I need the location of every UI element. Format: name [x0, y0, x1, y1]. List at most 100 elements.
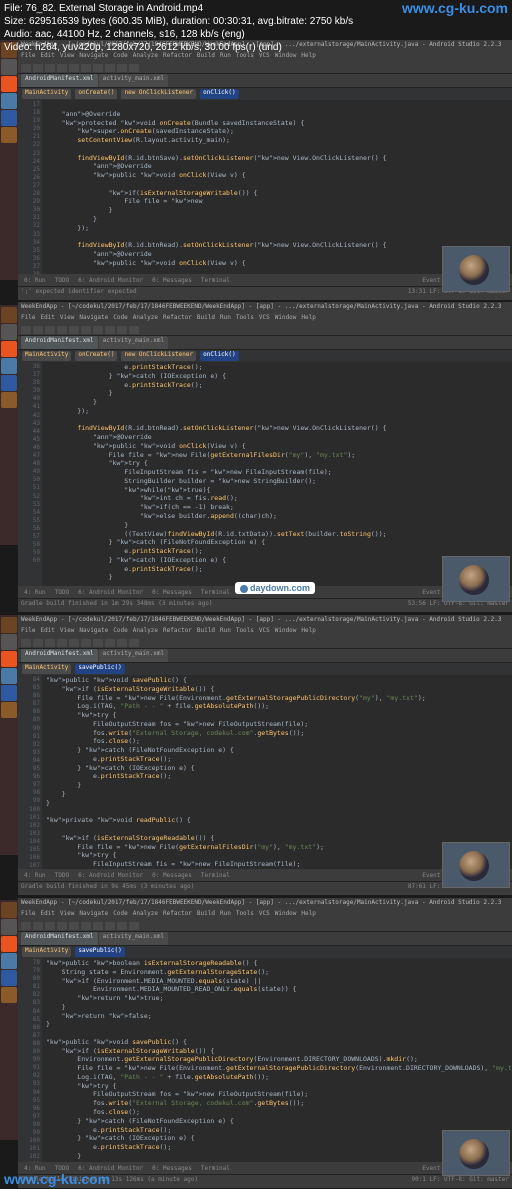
menu-bar[interactable]: FileEditViewNavigateCodeAnalyzeRefactorB…: [18, 910, 512, 920]
editor-tabs[interactable]: AndroidManifest.xmlactivity_main.xml: [18, 932, 512, 946]
editor-tab[interactable]: AndroidManifest.xml: [21, 336, 98, 349]
menu-help[interactable]: Help: [301, 910, 315, 920]
menu-vcs[interactable]: VCS: [259, 627, 270, 637]
bottom-tab[interactable]: 6: Android Monitor: [75, 589, 146, 596]
menu-edit[interactable]: Edit: [40, 314, 54, 324]
android-studio-icon[interactable]: [1, 987, 17, 1003]
menu-view[interactable]: View: [60, 627, 74, 637]
settings-icon[interactable]: [1, 375, 17, 391]
code-editor[interactable]: 3637383940414243444546474849505152535455…: [18, 362, 512, 598]
toolbar-button[interactable]: [117, 326, 127, 334]
breadcrumb-item[interactable]: onCreate(): [75, 89, 117, 99]
toolbar-button[interactable]: [69, 922, 79, 930]
settings-icon[interactable]: [1, 110, 17, 126]
menu-build[interactable]: Build: [197, 627, 215, 637]
toolbar[interactable]: [18, 62, 512, 74]
menu-help[interactable]: Help: [301, 314, 315, 324]
breadcrumb-item[interactable]: MainActivity: [22, 351, 71, 361]
bottom-tab[interactable]: 4: Run: [21, 872, 49, 879]
toolbar-button[interactable]: [105, 922, 115, 930]
menu-run[interactable]: Run: [220, 627, 231, 637]
toolbar-button[interactable]: [57, 639, 67, 647]
chromium-icon[interactable]: [1, 93, 17, 109]
bottom-tab[interactable]: 0: Messages: [149, 872, 195, 879]
files-icon[interactable]: [1, 902, 17, 918]
menu-analyze[interactable]: Analyze: [133, 910, 158, 920]
bottom-tab[interactable]: Terminal: [198, 589, 233, 596]
toolbar-button[interactable]: [57, 922, 67, 930]
settings-icon[interactable]: [1, 970, 17, 986]
menu-bar[interactable]: File Edit View Navigate Code Analyze Refactor B…: [18, 627, 512, 637]
menu-code[interactable]: Code: [113, 627, 127, 637]
bottom-tab[interactable]: TODO: [52, 589, 72, 596]
toolbar-button[interactable]: [81, 922, 91, 930]
breadcrumb-item[interactable]: MainActivity: [22, 947, 71, 957]
editor-tab[interactable]: activity_main.xml: [99, 336, 168, 349]
editor-tab[interactable]: AndroidManifest.xml: [21, 649, 98, 662]
toolbar-button[interactable]: [93, 326, 103, 334]
toolbar-button[interactable]: [117, 64, 127, 72]
menu-file[interactable]: File: [21, 910, 35, 920]
terminal-icon[interactable]: [1, 59, 17, 75]
toolbar-button[interactable]: [105, 326, 115, 334]
menu-navigate[interactable]: Navigate: [79, 627, 108, 637]
menu-bar[interactable]: FileEditViewNavigateCodeAnalyzeRefactorB…: [18, 314, 512, 324]
toolbar-button[interactable]: [81, 64, 91, 72]
toolbar-button[interactable]: [129, 64, 139, 72]
toolbar-button[interactable]: [45, 639, 55, 647]
firefox-icon[interactable]: [1, 651, 17, 667]
toolbar-button[interactable]: [33, 639, 43, 647]
toolbar-button[interactable]: [129, 326, 139, 334]
settings-icon[interactable]: [1, 685, 17, 701]
toolbar-button[interactable]: [117, 922, 127, 930]
ubuntu-launcher[interactable]: [0, 615, 18, 855]
menu-edit[interactable]: Edit: [40, 627, 54, 637]
terminal-icon[interactable]: [1, 634, 17, 650]
breadcrumb-item[interactable]: MainActivity: [22, 664, 71, 674]
android-studio-icon[interactable]: [1, 702, 17, 718]
chromium-icon[interactable]: [1, 668, 17, 684]
bottom-tab[interactable]: TODO: [52, 872, 72, 879]
toolbar-button[interactable]: [21, 922, 31, 930]
breadcrumb[interactable]: MainActivityonCreate()new OnClickListene…: [18, 350, 512, 362]
terminal-icon[interactable]: [1, 324, 17, 340]
menu-help[interactable]: Help: [301, 627, 315, 637]
editor-tabs[interactable]: AndroidManifest.xmlactivity_main.xml: [18, 649, 512, 663]
editor-tab[interactable]: AndroidManifest.xml: [21, 932, 98, 945]
bottom-tab[interactable]: Terminal: [198, 1165, 233, 1172]
menu-view[interactable]: View: [60, 910, 74, 920]
menu-run[interactable]: Run: [220, 910, 231, 920]
bottom-tabs[interactable]: 0: RunTODO6: Android Monitor0: MessagesT…: [18, 274, 512, 286]
menu-tools[interactable]: Tools: [236, 314, 254, 324]
toolbar[interactable]: [18, 920, 512, 932]
toolbar-button[interactable]: [93, 922, 103, 930]
menu-analyze[interactable]: Analyze: [133, 314, 158, 324]
toolbar[interactable]: [18, 637, 512, 649]
toolbar-button[interactable]: [69, 639, 79, 647]
toolbar-button[interactable]: [117, 639, 127, 647]
menu-navigate[interactable]: Navigate: [79, 314, 108, 324]
menu-file[interactable]: File: [21, 314, 35, 324]
menu-analyze[interactable]: Analyze: [133, 627, 158, 637]
editor-tab[interactable]: activity_main.xml: [99, 649, 168, 662]
menu-view[interactable]: View: [60, 314, 74, 324]
editor-tab[interactable]: AndroidManifest.xml: [21, 74, 98, 87]
breadcrumb-item[interactable]: onCreate(): [75, 351, 117, 361]
firefox-icon[interactable]: [1, 341, 17, 357]
menu-code[interactable]: Code: [113, 314, 127, 324]
bottom-tab[interactable]: 0: Messages: [149, 589, 195, 596]
menu-file[interactable]: File: [21, 627, 35, 637]
menu-refactor[interactable]: Refactor: [163, 627, 192, 637]
toolbar-button[interactable]: [57, 326, 67, 334]
bottom-tab[interactable]: 6: Android Monitor: [75, 277, 146, 284]
files-icon[interactable]: [1, 307, 17, 323]
toolbar-button[interactable]: [57, 64, 67, 72]
editor-tab[interactable]: activity_main.xml: [99, 932, 168, 945]
menu-navigate[interactable]: Navigate: [79, 910, 108, 920]
terminal-icon[interactable]: [1, 919, 17, 935]
toolbar-button[interactable]: [129, 639, 139, 647]
toolbar-button[interactable]: [105, 639, 115, 647]
ubuntu-launcher[interactable]: [0, 40, 18, 280]
ubuntu-launcher[interactable]: [0, 900, 18, 1140]
bottom-tab[interactable]: 0: Run: [21, 277, 49, 284]
